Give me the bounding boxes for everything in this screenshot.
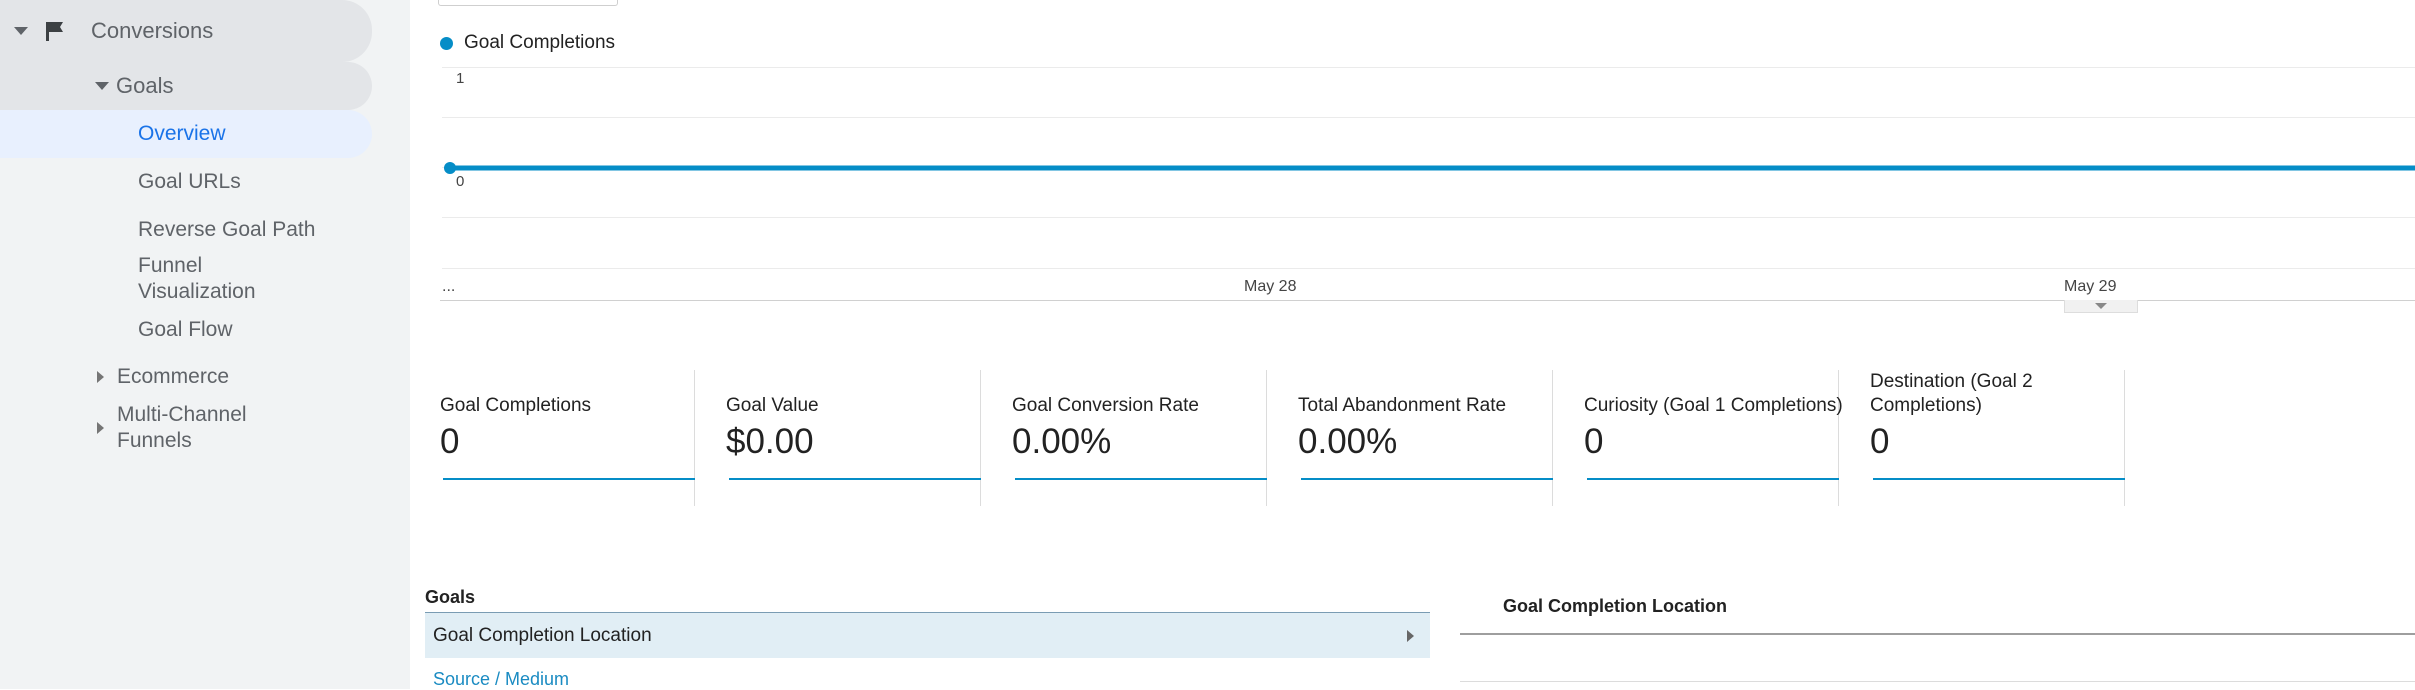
metric-name: Goal Conversion Rate — [1012, 395, 1199, 416]
sparkline — [1873, 478, 2125, 480]
sparkline — [1015, 478, 1267, 480]
metric-value: 0 — [1870, 422, 1890, 461]
right-panel-divider — [1460, 681, 2415, 682]
metric-name: Destination (Goal 2 Completions) — [1870, 371, 2033, 416]
metric-value: 0.00% — [1298, 422, 1398, 461]
metric-value: 0 — [1584, 422, 1604, 461]
metric-value: 0.00% — [1012, 422, 1112, 461]
sidebar-item-reverse-goal-path[interactable]: Reverse Goal Path — [138, 217, 315, 243]
metric-selector[interactable] — [438, 0, 618, 6]
chevron-down-icon — [2095, 303, 2107, 309]
sidebar-item-overview[interactable]: Overview — [138, 121, 226, 147]
nav-ecommerce[interactable]: Ecommerce — [97, 364, 229, 390]
metric-name: Total Abandonment Rate — [1298, 395, 1507, 416]
metric-name: Goal Completions — [440, 395, 592, 416]
x-tick-label: May 28 — [1244, 278, 1297, 295]
nav-goals[interactable]: Goals — [95, 73, 173, 99]
metric-name: Curiosity (Goal 1 Completions) — [1584, 395, 1843, 416]
sidebar: Conversions Goals Overview Goal URLs Rev… — [0, 0, 410, 689]
nav-multi-channel-funnels[interactable]: Multi-Channel Funnels — [97, 402, 277, 454]
nav-conversions-label: Conversions — [91, 18, 214, 43]
chevron-right-icon — [1407, 629, 1414, 642]
sparkline — [1587, 478, 1839, 480]
line-chart: 1 0 ... May 28 May 29 — [410, 60, 2415, 301]
chevron-right-icon — [97, 371, 104, 383]
metric-value: $0.00 — [726, 422, 814, 461]
sparkline — [729, 478, 981, 480]
chevron-right-icon — [97, 422, 104, 434]
metric-tile[interactable]: Goal Value $0.00 — [696, 370, 981, 506]
goals-table-header: Goals — [425, 587, 476, 607]
sidebar-item-goal-urls[interactable]: Goal URLs — [138, 169, 241, 195]
source-medium-link[interactable]: Source / Medium — [433, 669, 569, 690]
goal-completions-line — [444, 162, 2415, 174]
right-panel-divider — [1460, 633, 2415, 635]
chart-legend: Goal Completions — [440, 32, 615, 54]
sidebar-item-goal-flow[interactable]: Goal Flow — [138, 317, 233, 343]
sparkline — [443, 478, 695, 480]
nav-goals-label: Goals — [116, 73, 174, 98]
metric-tile[interactable]: Destination (Goal 2 Completions) 0 — [1840, 370, 2125, 506]
flag-icon — [46, 22, 63, 41]
x-tick-label: May 29 — [2064, 278, 2117, 295]
chevron-down-icon — [95, 82, 109, 90]
x-tick-label: ... — [442, 278, 456, 295]
metric-name: Goal Value — [726, 395, 819, 416]
right-panel-title: Goal Completion Location — [1503, 596, 1727, 616]
metric-value: 0 — [440, 422, 460, 461]
data-point[interactable] — [444, 162, 456, 174]
legend-dot-icon — [440, 36, 453, 50]
legend-label: Goal Completions — [464, 32, 616, 53]
metric-tile[interactable]: Goal Conversion Rate 0.00% — [982, 370, 1267, 506]
sidebar-item-funnel-visualization[interactable]: Funnel Visualization — [138, 253, 298, 305]
metric-tile[interactable]: Goal Completions 0 — [410, 370, 695, 506]
goals-row-label: Goal Completion Location — [433, 624, 652, 646]
chart-range-handle[interactable] — [2064, 300, 2138, 313]
nav-ecommerce-label: Ecommerce — [117, 365, 230, 388]
nav-conversions[interactable]: Conversions — [14, 18, 213, 44]
chevron-down-icon — [14, 27, 28, 35]
goals-highlight — [0, 62, 372, 110]
sparkline — [1301, 478, 1553, 480]
nav-multi-channel-label: Multi-Channel Funnels — [117, 403, 247, 452]
metric-tile[interactable]: Total Abandonment Rate 0.00% — [1268, 370, 1553, 506]
goals-row-selected[interactable]: Goal Completion Location — [425, 612, 1430, 658]
metric-tile[interactable]: Curiosity (Goal 1 Completions) 0 — [1554, 370, 1843, 506]
main-content: Goal Completions 1 0 ... May 28 May 29 — [410, 0, 2415, 689]
